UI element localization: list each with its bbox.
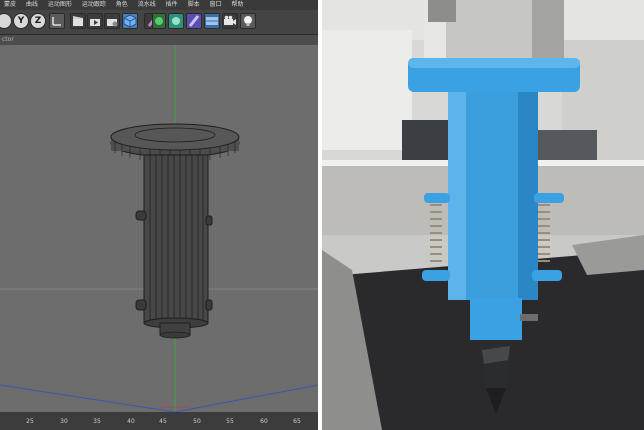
- pen-holder-model[interactable]: [110, 123, 240, 339]
- light-bulb-icon: [244, 16, 252, 26]
- menu-item-mograph[interactable]: 运动图形: [44, 0, 76, 10]
- x-axis-line: [174, 384, 318, 413]
- floor-icon: [206, 17, 218, 25]
- cube-icon: [123, 14, 137, 28]
- deformer-icon: [188, 15, 200, 27]
- timeline-ruler[interactable]: 25 30 35 40 45 50 55 60 65: [0, 412, 318, 430]
- menu-item-script[interactable]: 脚本: [184, 0, 204, 10]
- camera-button[interactable]: [222, 13, 238, 29]
- x-axis-toggle[interactable]: [0, 13, 12, 29]
- z-axis-toggle[interactable]: Z: [30, 13, 46, 29]
- ruler-tick: 40: [127, 418, 135, 425]
- ruler-tick: 25: [26, 418, 34, 425]
- menu-bar: 蒙皮 曲线 运动图形 运动跟踪 角色 流水线 插件 脚本 窗口 帮助: [0, 0, 318, 10]
- coordinate-system-button[interactable]: [49, 13, 65, 29]
- menu-item-pipeline[interactable]: 流水线: [134, 0, 160, 10]
- ruler-tick: 55: [226, 418, 234, 425]
- axes-icon: [52, 17, 61, 26]
- cloner-icon: [172, 17, 180, 25]
- z-axis-line: [0, 384, 176, 413]
- ruler-tick: 50: [193, 418, 201, 425]
- render-view-button[interactable]: [70, 13, 86, 29]
- toolbar: Y Z: [0, 10, 318, 35]
- render-settings-button[interactable]: [104, 13, 120, 29]
- ruler-tick: 35: [93, 418, 101, 425]
- menu-item-plugins[interactable]: 插件: [162, 0, 182, 10]
- menu-item-skin[interactable]: 蒙皮: [0, 0, 20, 10]
- menu-item-motion-tracking[interactable]: 运动跟踪: [78, 0, 110, 10]
- array-button[interactable]: [168, 13, 184, 29]
- photo-illustration: [322, 0, 644, 430]
- viewport-menu-label[interactable]: ctor: [2, 36, 14, 43]
- menu-item-window[interactable]: 窗口: [206, 0, 226, 10]
- nurbs-icon: [155, 17, 163, 25]
- ruler-tick: 45: [159, 418, 167, 425]
- clapperboard-icon: [73, 16, 83, 26]
- clapperboard-play-icon: [90, 19, 100, 26]
- perspective-viewport[interactable]: [0, 45, 318, 413]
- clapperboard-gear-icon: [107, 19, 118, 27]
- menu-item-character[interactable]: 角色: [112, 0, 132, 10]
- camera-icon: [224, 15, 236, 25]
- ruler-tick: 60: [260, 418, 268, 425]
- menu-item-curve[interactable]: 曲线: [22, 0, 42, 10]
- nurbs-button[interactable]: [152, 13, 166, 29]
- printed-part-photo: [322, 0, 644, 430]
- ruler-tick: 30: [60, 418, 68, 425]
- y-axis-toggle[interactable]: Y: [13, 13, 29, 29]
- ruler-tick: 65: [293, 418, 301, 425]
- viewport-menu: ctor: [0, 35, 318, 45]
- light-button[interactable]: [240, 13, 256, 29]
- menu-item-help[interactable]: 帮助: [227, 0, 247, 10]
- deformer-button[interactable]: [186, 13, 202, 29]
- viewport-canvas: [0, 45, 318, 413]
- render-active-view-button[interactable]: [87, 13, 103, 29]
- cube-primitive-button[interactable]: [122, 13, 138, 29]
- modeling-app-window: 蒙皮 曲线 运动图形 运动跟踪 角色 流水线 插件 脚本 窗口 帮助 Y Z c…: [0, 0, 318, 430]
- scene-button[interactable]: [204, 13, 220, 29]
